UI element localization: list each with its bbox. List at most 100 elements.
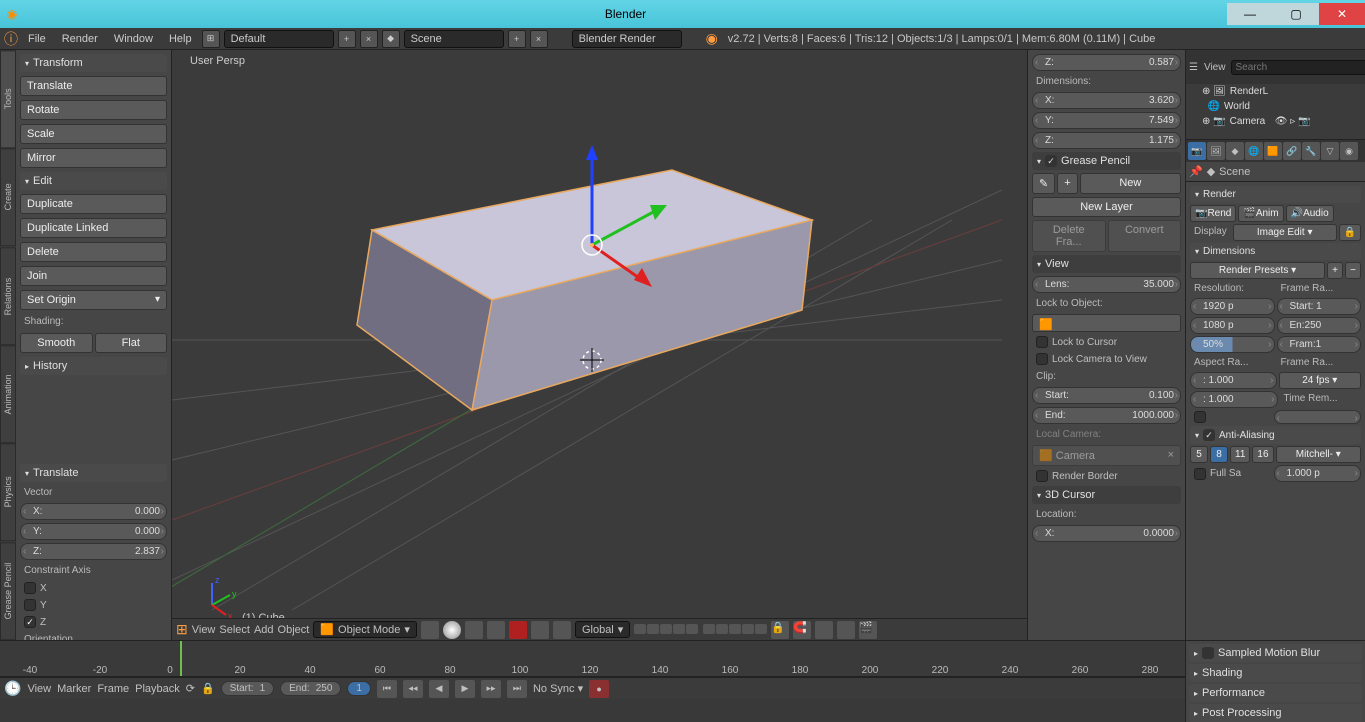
- minimize-button[interactable]: —: [1227, 3, 1273, 25]
- matcap-icon[interactable]: [443, 621, 461, 639]
- scene-breadcrumb[interactable]: Scene: [1219, 166, 1250, 178]
- outliner-view-menu[interactable]: View: [1204, 62, 1226, 73]
- editor-type-icon[interactable]: ⓘ: [4, 29, 18, 49]
- proportional-icon[interactable]: [837, 621, 855, 639]
- prev-keyframe-icon[interactable]: ◂◂: [403, 680, 423, 698]
- gp-draw-icon[interactable]: ✎: [1032, 173, 1055, 194]
- remove-preset-button[interactable]: −: [1345, 262, 1361, 279]
- context-renderlayers-icon[interactable]: 🖼: [1207, 142, 1225, 160]
- context-world-icon[interactable]: 🌐: [1245, 142, 1263, 160]
- menu-window[interactable]: Window: [108, 33, 159, 45]
- lock-object-field[interactable]: 🟧: [1032, 314, 1181, 332]
- frame-start-field[interactable]: Start: 1: [1277, 298, 1362, 315]
- shading-mode-icon[interactable]: [421, 621, 439, 639]
- lock-range-icon[interactable]: 🔒: [201, 682, 215, 695]
- sync-dropdown[interactable]: No Sync ▾: [533, 682, 583, 695]
- render-preview-icon[interactable]: 🎬: [859, 621, 877, 639]
- menu-file[interactable]: File: [22, 33, 52, 45]
- orientation-dropdown[interactable]: Global ▾: [575, 621, 630, 638]
- play-icon[interactable]: ▶: [455, 680, 475, 698]
- render-button[interactable]: 📷Rend: [1190, 205, 1236, 222]
- aa-filter-dropdown[interactable]: Mitchell- ▾: [1276, 446, 1361, 463]
- timeline-editor-icon[interactable]: 🕒: [4, 680, 21, 697]
- outliner-editor-icon[interactable]: ☰: [1189, 62, 1198, 73]
- aspect-y-field[interactable]: : 1.000: [1190, 391, 1278, 408]
- panel-view[interactable]: View: [1032, 255, 1181, 273]
- op-x-field[interactable]: X:0.000: [20, 503, 167, 520]
- outliner-item-render[interactable]: ⊕ 🖼 RenderL: [1186, 84, 1365, 99]
- aspect-x-field[interactable]: : 1.000: [1190, 372, 1277, 389]
- context-scene-icon[interactable]: ◆: [1226, 142, 1244, 160]
- gp-delete-frame-button[interactable]: Delete Fra...: [1032, 220, 1106, 252]
- res-y-field[interactable]: 1080 p: [1190, 317, 1275, 334]
- menu-render[interactable]: Render: [56, 33, 104, 45]
- timeline-cursor[interactable]: [180, 641, 182, 676]
- audio-button[interactable]: 🔊Audio: [1286, 205, 1334, 222]
- panel-history[interactable]: History: [20, 357, 167, 375]
- panel-performance[interactable]: Performance: [1189, 684, 1362, 702]
- gp-new-button[interactable]: New: [1080, 173, 1181, 194]
- local-camera-field[interactable]: 🟧 Camera×: [1032, 445, 1181, 466]
- 3dview-select-menu[interactable]: Select: [219, 624, 250, 636]
- play-reverse-icon[interactable]: ◀: [429, 680, 449, 698]
- lock-camera-check[interactable]: Lock Camera to View: [1032, 352, 1181, 366]
- context-material-icon[interactable]: ◉: [1340, 142, 1358, 160]
- fps-dropdown[interactable]: 24 fps ▾: [1279, 372, 1362, 389]
- timeline-view-menu[interactable]: View: [27, 683, 51, 695]
- menu-help[interactable]: Help: [163, 33, 198, 45]
- scale-button[interactable]: Scale: [20, 124, 167, 144]
- aa-11-button[interactable]: 11: [1230, 446, 1250, 463]
- scale-z-field[interactable]: Z:0.587: [1032, 54, 1181, 71]
- gp-add-icon[interactable]: +: [1057, 173, 1077, 194]
- gp-convert-button[interactable]: Convert: [1108, 220, 1182, 252]
- 3dview-view-menu[interactable]: View: [192, 624, 216, 636]
- lock-cursor-check[interactable]: Lock to Cursor: [1032, 335, 1181, 349]
- outliner-item-world[interactable]: 🌐 World: [1186, 99, 1365, 114]
- panel-3d-cursor[interactable]: 3D Cursor: [1032, 486, 1181, 504]
- constraint-x-check[interactable]: X: [20, 581, 167, 595]
- context-object-icon[interactable]: 🟧: [1264, 142, 1282, 160]
- pin-icon[interactable]: 📌: [1189, 165, 1203, 178]
- end-frame-field[interactable]: End:250: [280, 681, 341, 696]
- context-data-icon[interactable]: ▽: [1321, 142, 1339, 160]
- border-check[interactable]: [1190, 410, 1272, 424]
- tab-animation[interactable]: Animation: [0, 345, 16, 443]
- lock-interface-icon[interactable]: 🔒: [1339, 224, 1361, 241]
- lock-layers-icon[interactable]: 🔒: [771, 621, 789, 639]
- 3dview-add-menu[interactable]: Add: [254, 624, 274, 636]
- manipulator-rotate-icon[interactable]: [531, 621, 549, 639]
- res-x-field[interactable]: 1920 p: [1190, 298, 1275, 315]
- autokey-icon[interactable]: ●: [589, 680, 609, 698]
- timeline-frame-menu[interactable]: Frame: [97, 683, 129, 695]
- 3d-viewport[interactable]: User Persp: [172, 50, 1027, 640]
- op-z-field[interactable]: Z:2.837: [20, 543, 167, 560]
- join-button[interactable]: Join: [20, 266, 167, 286]
- rotate-button[interactable]: Rotate: [20, 100, 167, 120]
- context-modifiers-icon[interactable]: 🔧: [1302, 142, 1320, 160]
- panel-grease-pencil[interactable]: ✓Grease Pencil: [1032, 152, 1181, 170]
- manipulator-toggle-icon[interactable]: [487, 621, 505, 639]
- dim-y-field[interactable]: Y:7.549: [1032, 112, 1181, 129]
- translate-button[interactable]: Translate: [20, 76, 167, 96]
- panel-render-props[interactable]: Render: [1190, 186, 1361, 203]
- flat-button[interactable]: Flat: [95, 333, 168, 353]
- dim-z-field[interactable]: Z:1.175: [1032, 132, 1181, 149]
- tab-relations[interactable]: Relations: [0, 247, 16, 345]
- jump-start-icon[interactable]: ⏮: [377, 680, 397, 698]
- render-engine-dropdown[interactable]: Blender Render: [572, 30, 682, 48]
- autoplay-icon[interactable]: ⟳: [186, 682, 195, 695]
- panel-antialias[interactable]: ✓Anti-Aliasing: [1190, 426, 1361, 444]
- context-constraints-icon[interactable]: 🔗: [1283, 142, 1301, 160]
- start-frame-field[interactable]: Start:1: [221, 681, 274, 696]
- render-presets-dropdown[interactable]: Render Presets ▾: [1190, 262, 1325, 279]
- panel-post-processing[interactable]: Post Processing: [1189, 704, 1362, 722]
- aa-5-button[interactable]: 5: [1190, 446, 1208, 463]
- set-origin-dropdown[interactable]: Set Origin▾: [20, 290, 167, 310]
- close-button[interactable]: ✕: [1319, 3, 1365, 25]
- outliner-search[interactable]: [1231, 60, 1365, 75]
- pivot-icon[interactable]: [465, 621, 483, 639]
- lens-field[interactable]: Lens:35.000: [1032, 276, 1181, 293]
- snap-icon[interactable]: 🧲: [793, 621, 811, 639]
- panel-transform[interactable]: Transform: [20, 54, 167, 72]
- constraint-z-check[interactable]: Z: [20, 615, 167, 629]
